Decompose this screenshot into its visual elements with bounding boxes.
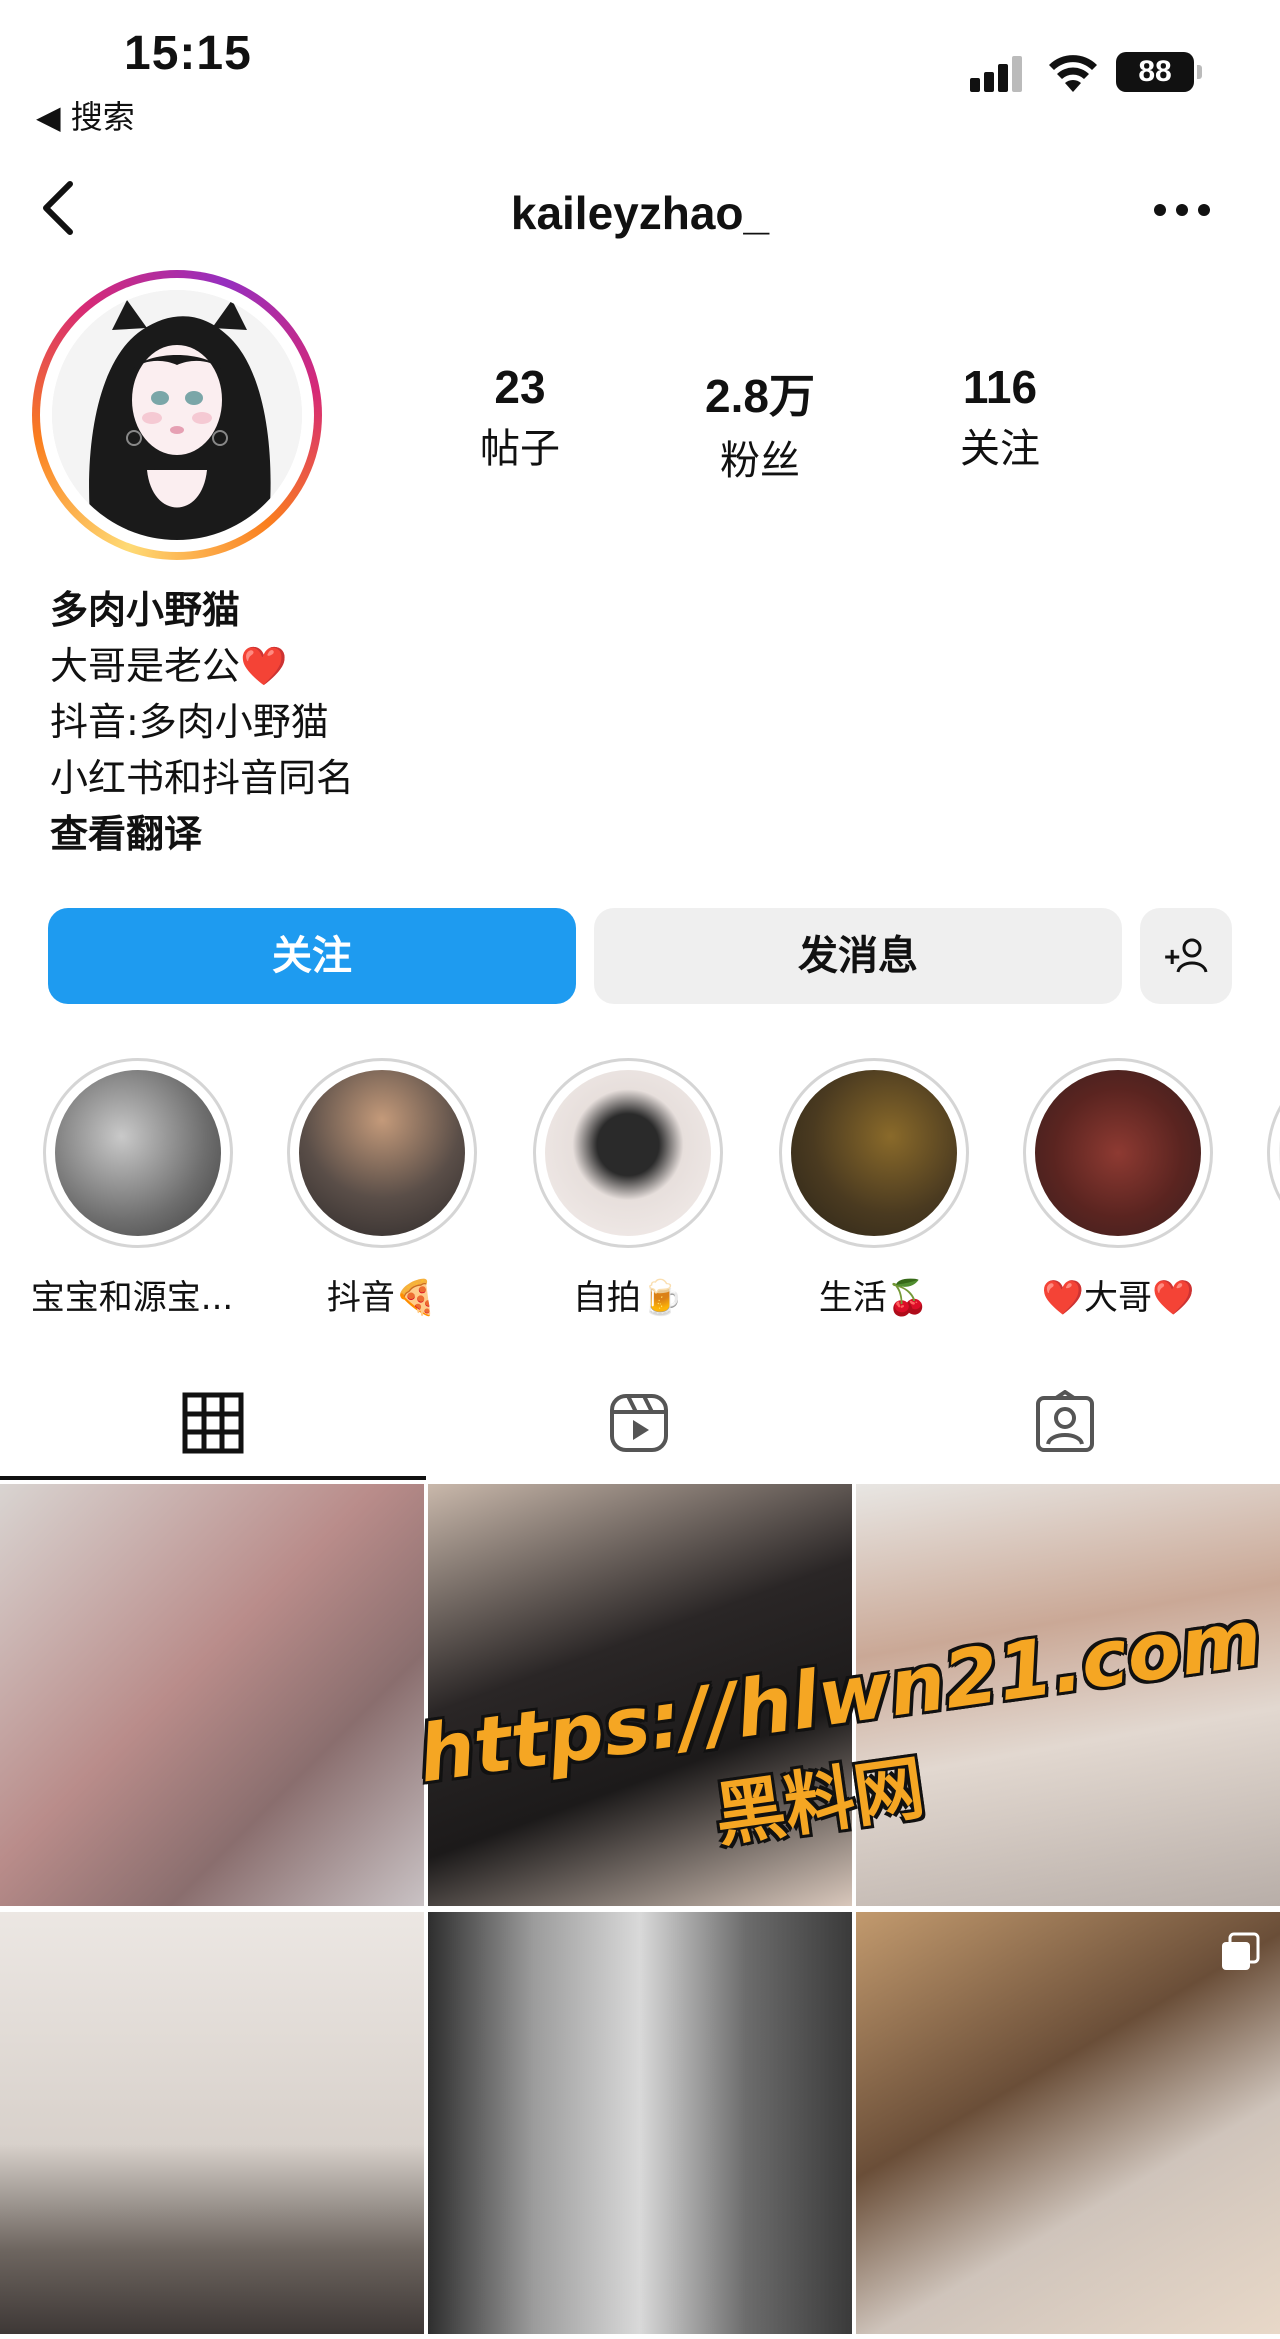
tab-reels[interactable] [426, 1370, 852, 1480]
story-highlights: 宝宝和源宝... 抖音🍕 自拍🍺 生活🍒 ❤️大哥❤️ [0, 1058, 1280, 1318]
post-thumbnail[interactable] [428, 1912, 852, 2334]
add-person-icon: + [1164, 938, 1208, 973]
grid-icon [182, 1392, 244, 1454]
highlight-caption: 生活🍒 [818, 1278, 930, 1318]
profile-stats: 23 帖子 2.8万 粉丝 116 关注 [480, 360, 1200, 484]
followers-count[interactable]: 2.8万 粉丝 [660, 360, 860, 486]
profile-tabs [0, 1370, 1280, 1480]
bio-line-2: 抖音:多肉小野猫 [50, 700, 329, 744]
more-options-icon[interactable] [1154, 200, 1210, 220]
back-to-search-link[interactable]: ◀ 搜索 [36, 92, 135, 138]
highlight-item[interactable]: 宝宝和源宝... [31, 1058, 238, 1318]
highlight-cover-life [791, 1070, 957, 1236]
highlight-caption: ❤️大哥❤️ [1041, 1278, 1195, 1318]
heart-icon: ❤️ [240, 644, 288, 688]
posts-count-value: 23 [494, 361, 546, 413]
bio-line-3: 小红书和抖音同名 [50, 756, 355, 800]
post-thumbnail[interactable] [856, 1912, 1280, 2334]
post-thumbnail[interactable] [0, 1484, 424, 1906]
highlight-cover-brother [1035, 1070, 1201, 1236]
suggested-people-button[interactable]: + [1140, 908, 1232, 1004]
highlight-caption: 宝宝和源宝... [30, 1278, 234, 1318]
tab-tagged[interactable] [852, 1370, 1278, 1480]
status-bar: 15:15 ◀ 搜索 88 [0, 0, 1280, 140]
status-time: 15:15 [124, 27, 252, 80]
following-count[interactable]: 116 关注 [900, 360, 1100, 474]
highlight-item[interactable]: 自拍🍺 [528, 1058, 728, 1318]
profile-avatar[interactable] [32, 270, 322, 560]
profile-username: kaileyzhao_ [510, 187, 770, 239]
tab-posts-grid[interactable] [0, 1370, 426, 1480]
svg-text:+: + [1164, 941, 1180, 972]
highlight-caption: 自拍🍺 [572, 1278, 684, 1318]
highlight-item[interactable]: 抖音🍕 [282, 1058, 482, 1318]
following-count-value: 116 [962, 361, 1038, 413]
profile-bio: 多肉小野猫 大哥是老公❤️ 抖音:多肉小野猫 小红书和抖音同名 查看翻译 [50, 582, 750, 862]
profile-header: kaileyzhao_ [0, 150, 1280, 270]
highlight-item-partial[interactable] [1262, 1058, 1280, 1248]
cellular-signal-icon [970, 56, 1026, 92]
highlight-cover-selfie [545, 1070, 711, 1236]
bio-line-1-text: 大哥是老公 [50, 644, 241, 688]
follow-button[interactable]: 关注 [48, 908, 576, 1004]
following-count-label: 关注 [960, 426, 1040, 472]
tagged-icon [1036, 1390, 1094, 1452]
followers-count-value: 2.8万 [705, 370, 815, 422]
bio-line-1: 大哥是老公❤️ [50, 638, 750, 694]
followers-count-label: 粉丝 [720, 438, 800, 484]
posts-count-label: 帖子 [480, 426, 560, 472]
highlight-cover-douyin [299, 1070, 465, 1236]
posts-count[interactable]: 23 帖子 [420, 360, 620, 474]
message-button[interactable]: 发消息 [594, 908, 1122, 1004]
post-thumbnail[interactable] [0, 1912, 424, 2334]
wifi-icon [1049, 55, 1097, 92]
highlight-item[interactable]: 生活🍒 [774, 1058, 974, 1318]
reels-icon [610, 1394, 668, 1452]
profile-display-name: 多肉小野猫 [50, 588, 241, 632]
battery-indicator: 88 [1116, 52, 1202, 92]
highlight-caption: 抖音🍕 [326, 1278, 438, 1318]
highlight-cover-cats [55, 1070, 221, 1236]
avatar-illustration [52, 290, 302, 540]
highlight-item[interactable]: ❤️大哥❤️ [1018, 1058, 1218, 1318]
multiple-images-icon [1222, 1932, 1260, 1970]
see-translation-link[interactable]: 查看翻译 [50, 806, 750, 862]
